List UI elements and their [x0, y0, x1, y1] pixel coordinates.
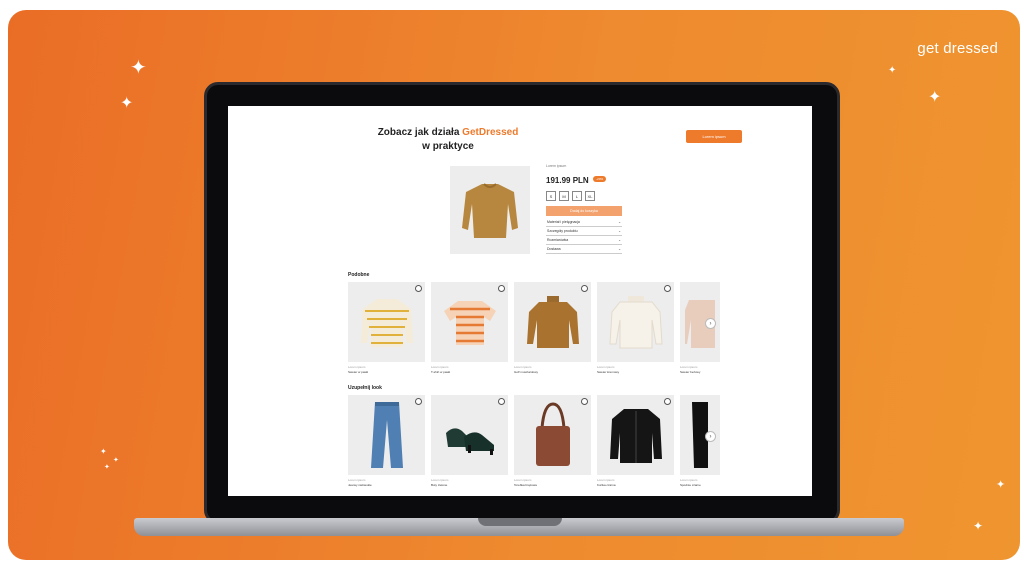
favorite-icon[interactable]: [581, 285, 588, 292]
size-option-l[interactable]: L: [572, 191, 582, 201]
sparkle-icon: ✦: [928, 89, 942, 106]
sparkle-icon: ✦: [100, 447, 107, 456]
jacket-image: [609, 409, 662, 463]
chevron-right-icon[interactable]: ›: [705, 431, 716, 442]
sparkle-icon: ✦: [130, 57, 147, 79]
striped-tshirt-image: [443, 301, 496, 345]
shoes-image: [445, 428, 494, 455]
bag-image: [535, 402, 570, 466]
product-card-image: ›: [680, 282, 720, 362]
sparkle-icon: ✦: [888, 65, 897, 76]
favorite-icon[interactable]: [664, 285, 671, 292]
sparkle-icon: ✦: [120, 95, 134, 112]
product-panel: Lorem ipsum 191.99 PLN -20% S M L XL Dod…: [546, 164, 622, 254]
product-card-image: [514, 395, 591, 475]
favorite-icon[interactable]: [415, 285, 422, 292]
accordion-item[interactable]: Szczegóły produktu ⌄: [546, 227, 622, 236]
discount-badge: -20%: [593, 175, 607, 182]
product-card-image: [597, 282, 674, 362]
product-image: [450, 166, 530, 254]
sparkle-icon: ✦: [996, 479, 1006, 491]
product-card-image: [431, 395, 508, 475]
size-option-s[interactable]: S: [546, 191, 556, 201]
product-card-image: [431, 282, 508, 362]
product-card-image: [348, 282, 425, 362]
product-card-image: [597, 395, 674, 475]
accordion-item[interactable]: Dostawa ⌄: [546, 245, 622, 254]
cream-sweater-image: [608, 296, 663, 349]
section-title-complete-look: Uzupełnij look: [348, 385, 382, 391]
product-card[interactable]: Lorem ipsum Kurtka czarna: [597, 395, 674, 487]
chevron-down-icon: ⌄: [618, 229, 621, 233]
promo-card: get dressed ✦ ✦ ✦ ✦ ✦ ✦ ✦ ✦ ✦ Zobacz jak…: [8, 10, 1020, 560]
product-card-image: ›: [680, 395, 720, 475]
product-card[interactable]: › Lorem ipsum Sweter beżowy: [680, 282, 720, 374]
laptop-screen: Zobacz jak działa GetDressed w praktyce …: [228, 106, 812, 496]
product-card-image: [514, 282, 591, 362]
complete-look-row: Lorem ipsum Jeansy niebieskie Lorem ipsu…: [348, 395, 720, 487]
product-card[interactable]: Lorem ipsum Sweter kremowy: [597, 282, 674, 374]
product-card[interactable]: Lorem ipsum Golf musztardowy: [514, 282, 591, 374]
chevron-down-icon: ⌄: [618, 220, 621, 224]
product-accordion: Materiał i pielęgnacja ⌄ Szczegóły produk…: [546, 218, 622, 254]
sparkle-icon: ✦: [104, 464, 110, 471]
brand-logo: get dressed: [917, 40, 998, 57]
accordion-item[interactable]: Rozmiarówka ⌄: [546, 236, 622, 245]
product-card[interactable]: Lorem ipsum Sweter w paski: [348, 282, 425, 374]
size-selector: S M L XL: [546, 191, 622, 201]
section-title-similar: Podobne: [348, 272, 370, 278]
product-card[interactable]: Lorem ipsum Torebka brązowa: [514, 395, 591, 487]
favorite-icon[interactable]: [498, 285, 505, 292]
favorite-icon[interactable]: [415, 398, 422, 405]
chevron-down-icon: ⌄: [618, 247, 621, 251]
favorite-icon[interactable]: [664, 398, 671, 405]
add-to-cart-button[interactable]: Dodaj do koszyka: [546, 206, 622, 216]
product-card[interactable]: Lorem ipsum Jeansy niebieskie: [348, 395, 425, 487]
product-card[interactable]: › Lorem ipsum Spodnie czarne: [680, 395, 720, 487]
product-card-image: [348, 395, 425, 475]
sparkle-icon: ✦: [113, 457, 119, 464]
page-title: Zobacz jak działa GetDressed w praktyce: [377, 127, 519, 152]
turtleneck-image: [526, 296, 579, 348]
sparkle-icon: ✦: [973, 519, 984, 533]
accordion-item[interactable]: Materiał i pielęgnacja ⌄: [546, 218, 622, 227]
product-card[interactable]: Lorem ipsum Buty zielone: [431, 395, 508, 487]
striped-sweater-image: [360, 299, 413, 347]
size-option-m[interactable]: M: [559, 191, 569, 201]
similar-products-row: Lorem ipsum Sweter w paski Lorem ipsum T…: [348, 282, 720, 374]
product-card[interactable]: Lorem ipsum T-shirt w paski: [431, 282, 508, 374]
brand-accent-text: GetDressed: [462, 127, 519, 138]
laptop-notch: [478, 518, 562, 526]
size-option-xl[interactable]: XL: [585, 191, 595, 201]
favorite-icon[interactable]: [581, 398, 588, 405]
header-cta-button[interactable]: Lorem ipsum: [686, 130, 742, 143]
product-price: 191.99 PLN: [546, 176, 589, 185]
product-subtitle: Lorem ipsum: [546, 164, 567, 168]
sweater-image: [462, 183, 518, 238]
chevron-down-icon: ⌄: [618, 238, 621, 242]
jeans-image: [370, 402, 403, 468]
chevron-right-icon[interactable]: ›: [705, 318, 716, 329]
favorite-icon[interactable]: [498, 398, 505, 405]
